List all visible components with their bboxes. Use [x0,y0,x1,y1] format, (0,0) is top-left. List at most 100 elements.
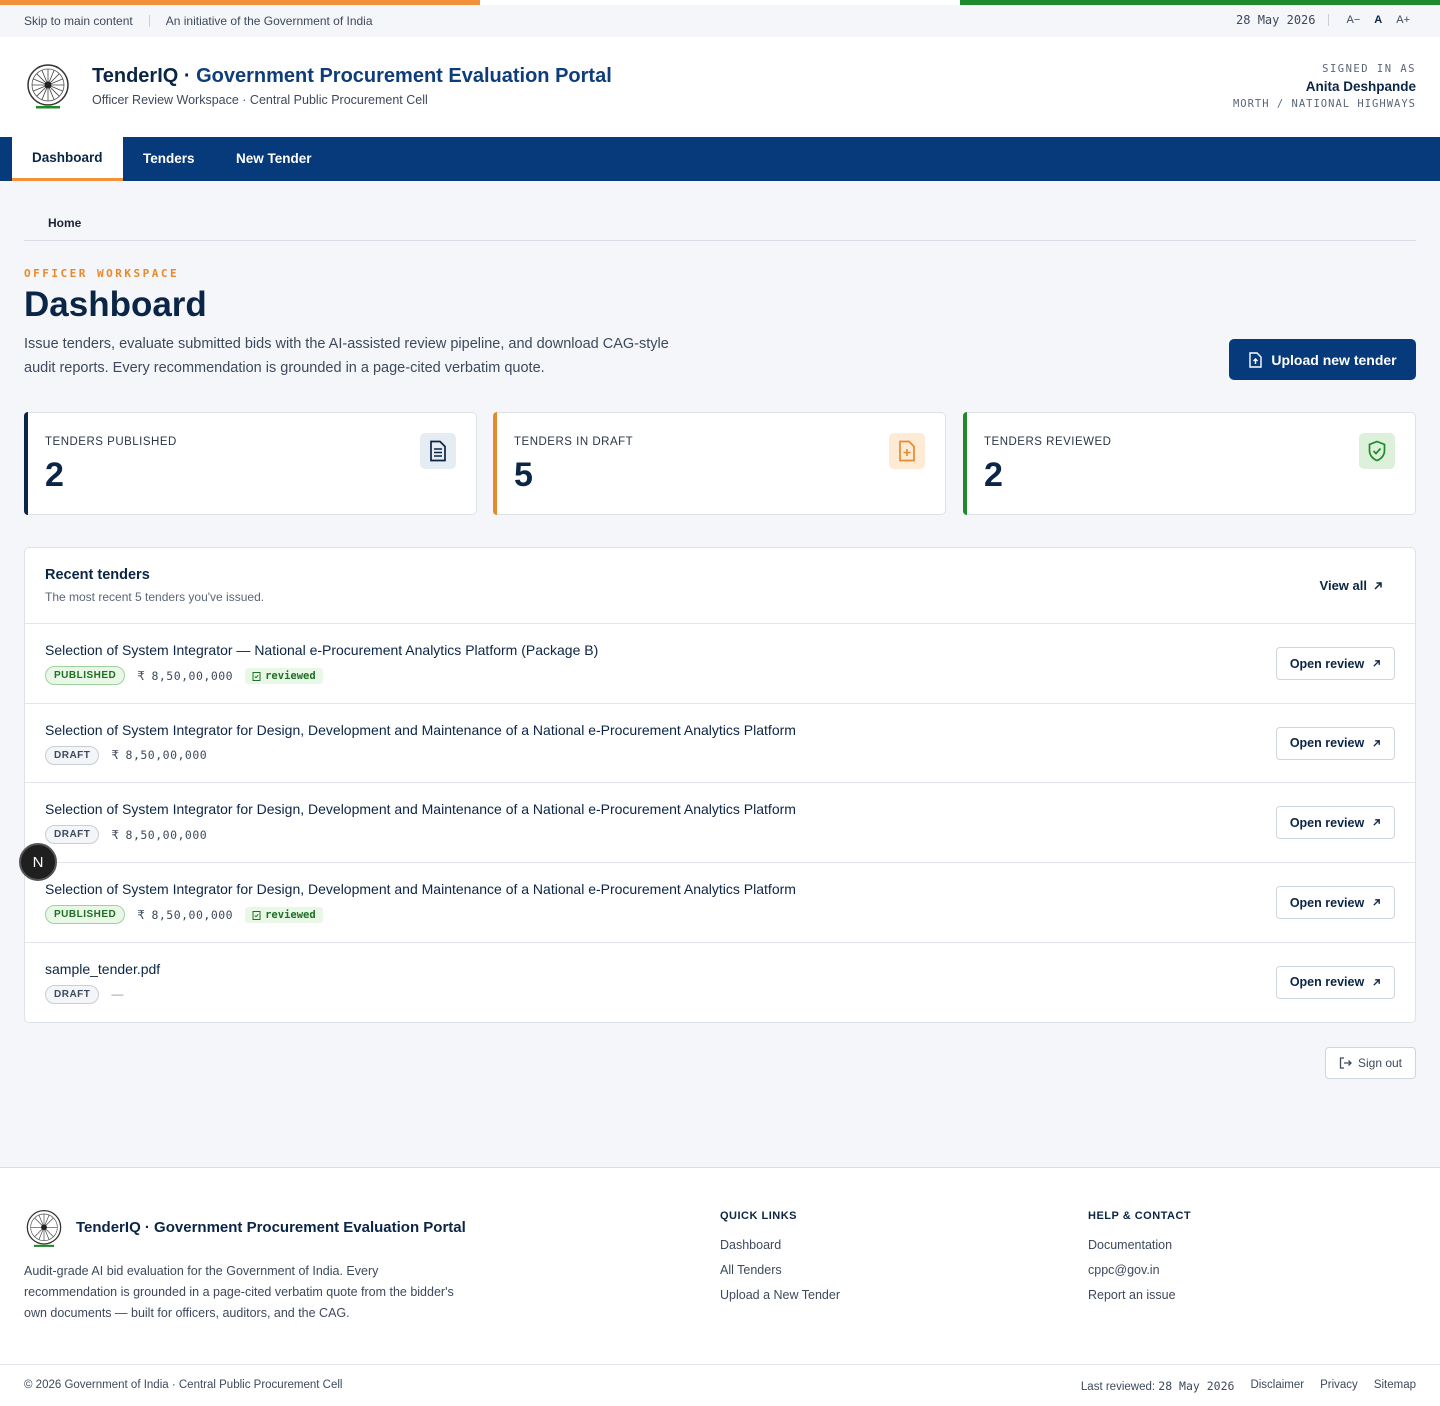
upload-tender-button[interactable]: Upload new tender [1229,339,1416,380]
arrow-up-right-icon [1373,899,1381,906]
open-review-button[interactable]: Open review [1276,886,1395,920]
tender-row: Selection of System Integrator for Desig… [25,783,1415,864]
tender-amount: ₹8,50,00,000 [137,668,234,683]
main-nav: Dashboard Tenders New Tender [0,137,1440,181]
footer-description: Audit-grade AI bid evaluation for the Go… [24,1264,454,1320]
page-description: Issue tenders, evaluate submitted bids w… [24,336,669,376]
footer-link-upload[interactable]: Upload a New Tender [720,1288,840,1302]
footer-link-documentation[interactable]: Documentation [1088,1238,1191,1252]
amount-placeholder: — [111,987,124,1002]
document-icon [420,433,456,469]
current-date: 28 May 2026 [1236,13,1316,27]
tender-title: sample_tender.pdf [45,960,161,977]
recent-tenders-title: Recent tenders [45,567,150,583]
breadcrumb-home[interactable]: Home [48,216,81,230]
footer-brand: TenderIQ · Government Procurement Evalua… [76,1219,466,1236]
quick-links-heading: QUICK LINKS [720,1210,797,1222]
tender-title: Selection of System Integrator for Desig… [45,721,796,738]
clipboard-check-icon [252,910,261,920]
upload-tender-label: Upload new tender [1271,351,1397,368]
copyright: © 2026 Government of India · Central Pub… [24,1379,343,1391]
stat-label: TENDERS PUBLISHED [45,436,177,448]
tab-new-tender[interactable]: New Tender [216,137,332,181]
open-review-button[interactable]: Open review [1276,965,1395,999]
tab-tenders[interactable]: Tenders [123,137,215,181]
status-badge: DRAFT [45,984,100,1004]
user-department: MORTH / NATIONAL HIGHWAYS [1232,98,1416,110]
arrow-up-right-icon [1373,978,1381,986]
footer-link-email[interactable]: cppc@gov.in [1088,1263,1191,1277]
brand-name: TenderIQ · [92,65,197,87]
tender-row: Selection of System Integrator for Desig… [25,704,1415,784]
last-reviewed: Last reviewed: 28 May 2026 [1080,1379,1235,1393]
masthead: TenderIQ · Government Procurement Evalua… [0,37,1440,137]
stat-card-reviewed: TENDERS REVIEWED 2 [963,412,1416,515]
font-decrease-button[interactable]: A− [1347,14,1361,26]
font-normal-button[interactable]: A [1374,14,1382,26]
tab-dashboard[interactable]: Dashboard [12,137,123,181]
skip-link[interactable]: Skip to main content [24,14,133,28]
arrow-up-right-icon [1373,819,1381,827]
tender-title: Selection of System Integrator for Desig… [45,801,796,818]
footer-link-all-tenders[interactable]: All Tenders [720,1263,840,1277]
privacy-link[interactable]: Privacy [1320,1379,1358,1393]
stat-value: 2 [984,456,1003,494]
logout-icon [1339,1057,1352,1069]
tender-row: Selection of System Integrator — Nationa… [25,624,1415,704]
sitemap-link[interactable]: Sitemap [1374,1379,1416,1393]
sign-out-label: Sign out [1357,1056,1403,1070]
footer-quick-links: QUICK LINKS Dashboard All Tenders Upload… [720,1210,840,1313]
reviewed-badge: reviewed [245,667,323,684]
initiative-text: An initiative of the Government of India [165,14,373,28]
site-footer: TenderIQ · Government Procurement Evalua… [0,1167,1440,1406]
stat-card-draft: TENDERS IN DRAFT 5 [493,412,946,515]
footer-link-report-issue[interactable]: Report an issue [1088,1288,1191,1302]
recent-tenders-panel: Recent tenders The most recent 5 tenders… [24,547,1416,1023]
file-plus-icon [889,433,925,469]
shield-check-icon [1359,433,1395,469]
tender-title: Selection of System Integrator for Desig… [45,881,796,898]
file-upload-icon [1249,351,1263,368]
stat-value: 5 [514,456,533,494]
open-review-button[interactable]: Open review [1276,726,1395,760]
brand-main: Government Procurement Evaluation Portal [196,65,612,87]
status-badge: DRAFT [45,825,100,845]
open-review-button[interactable]: Open review [1276,647,1395,680]
stat-label: TENDERS REVIEWED [984,436,1112,448]
stat-label: TENDERS IN DRAFT [514,436,634,448]
footer-link-dashboard[interactable]: Dashboard [720,1238,840,1252]
emblem-icon [27,64,69,109]
font-increase-button[interactable]: A+ [1396,14,1410,26]
disclaimer-link[interactable]: Disclaimer [1250,1379,1304,1393]
floating-n-badge[interactable]: N [19,843,57,881]
breadcrumb-divider [24,240,1416,241]
footer-help: HELP & CONTACT Documentation cppc@gov.in… [1088,1210,1191,1313]
clipboard-check-icon [252,671,261,681]
recent-tenders-subtitle: The most recent 5 tenders you've issued. [45,590,265,604]
sign-out-button[interactable]: Sign out [1325,1047,1416,1079]
open-review-button[interactable]: Open review [1276,806,1395,840]
stat-card-published: TENDERS PUBLISHED 2 [24,412,477,515]
view-all-label: View all [1319,578,1367,593]
footer-bottom-bar: © 2026 Government of India · Central Pub… [0,1364,1440,1406]
tender-row: Selection of System Integrator for Desig… [25,863,1415,943]
view-all-link[interactable]: View all [1320,578,1383,593]
portal-subtitle: Officer Review Workspace · Central Publi… [92,93,428,107]
emblem-icon [26,1210,62,1247]
signed-in-label: SIGNED IN AS [1322,63,1416,75]
help-heading: HELP & CONTACT [1088,1210,1192,1222]
tender-amount: ₹8,50,00,000 [137,907,234,922]
tender-title: Selection of System Integrator — Nationa… [45,642,599,658]
tender-row: sample_tender.pdf DRAFT — Open review [25,943,1415,1023]
page-title: Dashboard [24,285,207,324]
user-name: Anita Deshpande [1305,79,1416,94]
recent-tenders-header: Recent tenders The most recent 5 tenders… [25,548,1415,624]
arrow-up-right-icon [1374,581,1382,590]
status-badge: PUBLISHED [45,666,126,685]
portal-title[interactable]: TenderIQ · Government Procurement Evalua… [92,65,612,88]
stat-value: 2 [45,456,64,494]
reviewed-badge: reviewed [245,906,323,923]
tender-amount: ₹8,50,00,000 [111,748,208,763]
utility-bar: Skip to main content An initiative of th… [0,5,1440,37]
page-eyebrow: OFFICER WORKSPACE [24,267,180,280]
